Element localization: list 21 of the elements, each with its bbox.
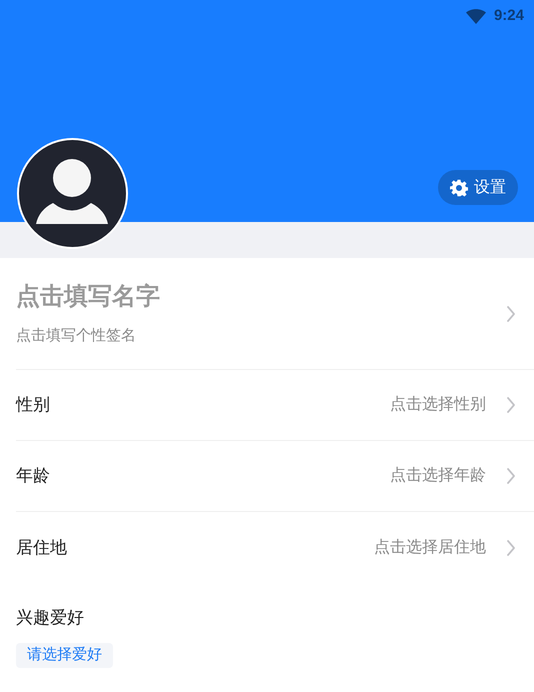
- field-value-placeholder: 点击选择居住地: [374, 538, 486, 558]
- field-label: 性别: [16, 394, 50, 416]
- name-placeholder[interactable]: 点击填写名字: [16, 279, 160, 316]
- chevron-right-icon: [506, 538, 516, 556]
- settings-button[interactable]: 设置: [438, 170, 518, 205]
- wifi-icon: [466, 9, 486, 24]
- select-hobbies-button[interactable]: 请选择爱好: [16, 642, 113, 668]
- settings-icon: [450, 178, 468, 196]
- signature-placeholder[interactable]: 点击填写个性签名: [16, 325, 160, 348]
- hobbies-title: 兴趣爱好: [16, 607, 84, 629]
- field-row[interactable]: 性别 点击选择性别: [16, 370, 534, 441]
- field-row[interactable]: 居住地 点击选择居住地: [16, 512, 534, 583]
- status-time: 9:24: [494, 6, 524, 26]
- field-row[interactable]: 年龄 点击选择年龄: [16, 441, 534, 512]
- chevron-right-icon: [506, 467, 516, 485]
- field-label: 年龄: [16, 465, 50, 488]
- chevron-right-icon: [506, 396, 516, 414]
- chevron-right-icon: [506, 304, 516, 322]
- field-label: 居住地: [16, 536, 67, 559]
- field-value-placeholder: 点击选择性别: [390, 394, 486, 415]
- field-value-placeholder: 点击选择年龄: [390, 466, 486, 486]
